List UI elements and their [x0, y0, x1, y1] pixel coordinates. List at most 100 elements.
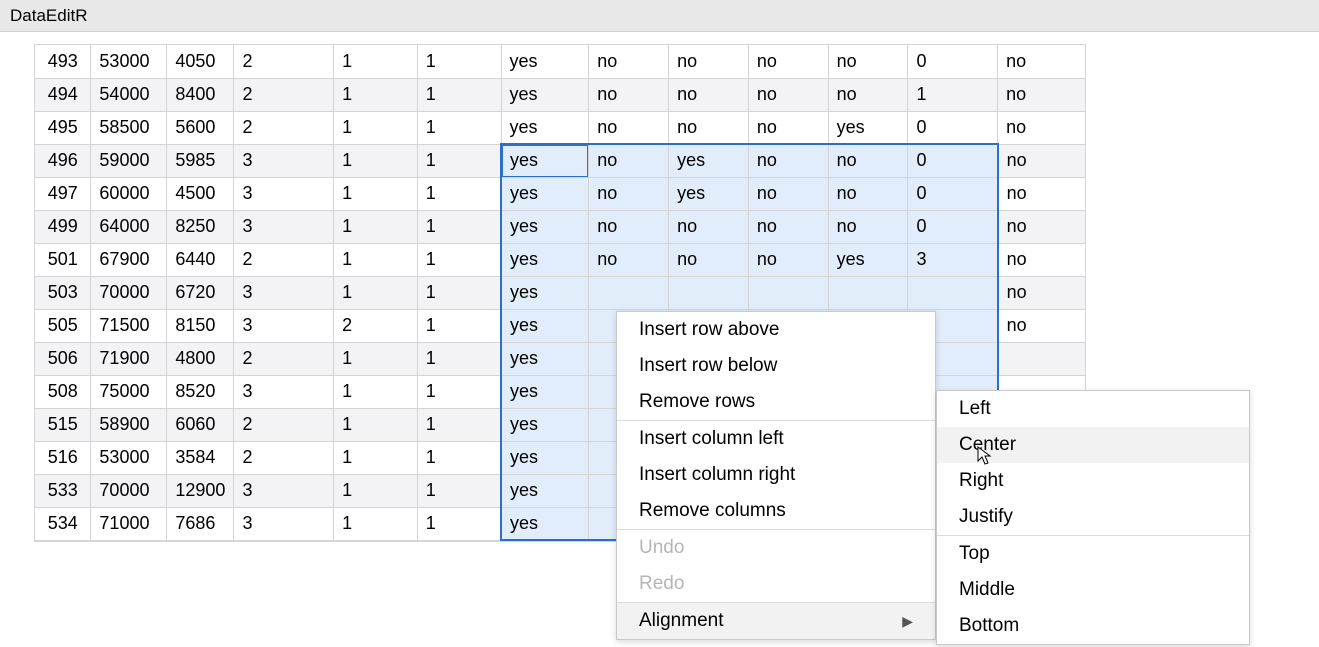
cell[interactable]: no — [828, 78, 908, 111]
cell[interactable]: 8250 — [167, 210, 234, 243]
cell[interactable]: 8400 — [167, 78, 234, 111]
table-row[interactable]: 501679006440211yesnononoyes3no — [35, 243, 1086, 276]
cell[interactable]: 2 — [334, 309, 418, 342]
cell[interactable]: no — [998, 210, 1086, 243]
cell[interactable]: no — [828, 144, 908, 177]
cell[interactable]: 54000 — [91, 78, 167, 111]
cell[interactable]: 3 — [234, 144, 334, 177]
cell[interactable]: 5600 — [167, 111, 234, 144]
cell[interactable]: no — [998, 78, 1086, 111]
cell[interactable]: 7686 — [167, 507, 234, 540]
cell[interactable]: 2 — [234, 342, 334, 375]
row-index[interactable]: 516 — [35, 441, 91, 474]
row-index[interactable]: 508 — [35, 375, 91, 408]
cell[interactable]: 1 — [417, 474, 501, 507]
submenu-item-top[interactable]: Top — [937, 536, 1249, 572]
row-index[interactable]: 501 — [35, 243, 91, 276]
cell[interactable]: 1 — [334, 210, 418, 243]
cell[interactable]: 71500 — [91, 309, 167, 342]
cell[interactable]: 1 — [417, 45, 501, 78]
cell[interactable]: 2 — [234, 45, 334, 78]
cell[interactable]: yes — [501, 474, 589, 507]
cell[interactable]: yes — [501, 375, 589, 408]
row-index[interactable]: 494 — [35, 78, 91, 111]
cell[interactable]: 1 — [417, 243, 501, 276]
cell[interactable]: yes — [501, 177, 589, 210]
cell[interactable]: 1 — [334, 276, 418, 309]
cell[interactable]: no — [748, 78, 828, 111]
cell[interactable]: 1 — [334, 177, 418, 210]
cell[interactable]: no — [589, 45, 669, 78]
cell[interactable]: 1 — [417, 111, 501, 144]
cell[interactable]: 2 — [234, 243, 334, 276]
cell[interactable]: 0 — [908, 45, 998, 78]
cell[interactable]: 60000 — [91, 177, 167, 210]
cell[interactable]: no — [828, 177, 908, 210]
cell[interactable]: no — [748, 243, 828, 276]
cell[interactable]: 1 — [417, 441, 501, 474]
cell[interactable] — [748, 276, 828, 309]
cell[interactable]: 71900 — [91, 342, 167, 375]
cell[interactable]: no — [748, 210, 828, 243]
submenu-item-middle[interactable]: Middle — [937, 572, 1249, 608]
cell[interactable]: no — [748, 45, 828, 78]
row-index[interactable]: 499 — [35, 210, 91, 243]
cell[interactable]: 70000 — [91, 276, 167, 309]
cell[interactable]: 67900 — [91, 243, 167, 276]
table-row[interactable]: 497600004500311yesnoyesnono0no — [35, 177, 1086, 210]
submenu-item-left[interactable]: Left — [937, 391, 1249, 427]
cell[interactable]: no — [669, 210, 749, 243]
cell[interactable]: yes — [501, 111, 589, 144]
cell[interactable]: no — [828, 45, 908, 78]
cell[interactable]: no — [589, 111, 669, 144]
cell[interactable]: 3 — [234, 309, 334, 342]
context-submenu-alignment[interactable]: LeftCenterRightJustifyTopMiddleBottom — [936, 390, 1250, 645]
cell[interactable]: 1 — [417, 408, 501, 441]
cell[interactable]: 6720 — [167, 276, 234, 309]
cell[interactable]: no — [669, 243, 749, 276]
cell[interactable]: 1 — [334, 507, 418, 540]
cell[interactable] — [908, 276, 998, 309]
cell[interactable]: 1 — [417, 78, 501, 111]
menu-item-insert-column-right[interactable]: Insert column right — [617, 457, 935, 493]
cell[interactable]: 1 — [334, 111, 418, 144]
cell[interactable]: 1 — [417, 507, 501, 540]
cell[interactable]: 0 — [908, 177, 998, 210]
cell[interactable]: 53000 — [91, 441, 167, 474]
cell[interactable]: no — [669, 45, 749, 78]
row-index[interactable]: 496 — [35, 144, 91, 177]
cell[interactable]: 1 — [908, 78, 998, 111]
cell[interactable]: yes — [501, 144, 589, 177]
cell[interactable]: no — [589, 210, 669, 243]
menu-item-alignment[interactable]: Alignment▶ — [617, 603, 935, 639]
cell[interactable]: 0 — [908, 144, 998, 177]
cell[interactable]: 1 — [417, 375, 501, 408]
cell[interactable] — [828, 276, 908, 309]
cell[interactable]: 8520 — [167, 375, 234, 408]
cell[interactable] — [998, 342, 1086, 375]
cell[interactable]: yes — [501, 45, 589, 78]
cell[interactable]: no — [589, 144, 669, 177]
menu-item-remove-rows[interactable]: Remove rows — [617, 384, 935, 420]
cell[interactable]: no — [748, 144, 828, 177]
cell[interactable]: 0 — [908, 111, 998, 144]
cell[interactable]: 2 — [234, 408, 334, 441]
cell[interactable]: 8150 — [167, 309, 234, 342]
cell[interactable]: 4500 — [167, 177, 234, 210]
row-index[interactable]: 503 — [35, 276, 91, 309]
row-index[interactable]: 506 — [35, 342, 91, 375]
cell[interactable]: 5985 — [167, 144, 234, 177]
cell[interactable] — [669, 276, 749, 309]
cell[interactable]: no — [998, 309, 1086, 342]
context-menu[interactable]: Insert row aboveInsert row belowRemove r… — [616, 311, 936, 640]
cell[interactable]: 3 — [234, 210, 334, 243]
cell[interactable]: yes — [501, 408, 589, 441]
cell[interactable]: 1 — [417, 177, 501, 210]
cell[interactable]: yes — [501, 210, 589, 243]
cell[interactable]: 2 — [234, 78, 334, 111]
cell[interactable]: 75000 — [91, 375, 167, 408]
menu-item-insert-column-left[interactable]: Insert column left — [617, 421, 935, 457]
row-index[interactable]: 534 — [35, 507, 91, 540]
cell[interactable]: yes — [501, 276, 589, 309]
cell[interactable]: yes — [501, 78, 589, 111]
